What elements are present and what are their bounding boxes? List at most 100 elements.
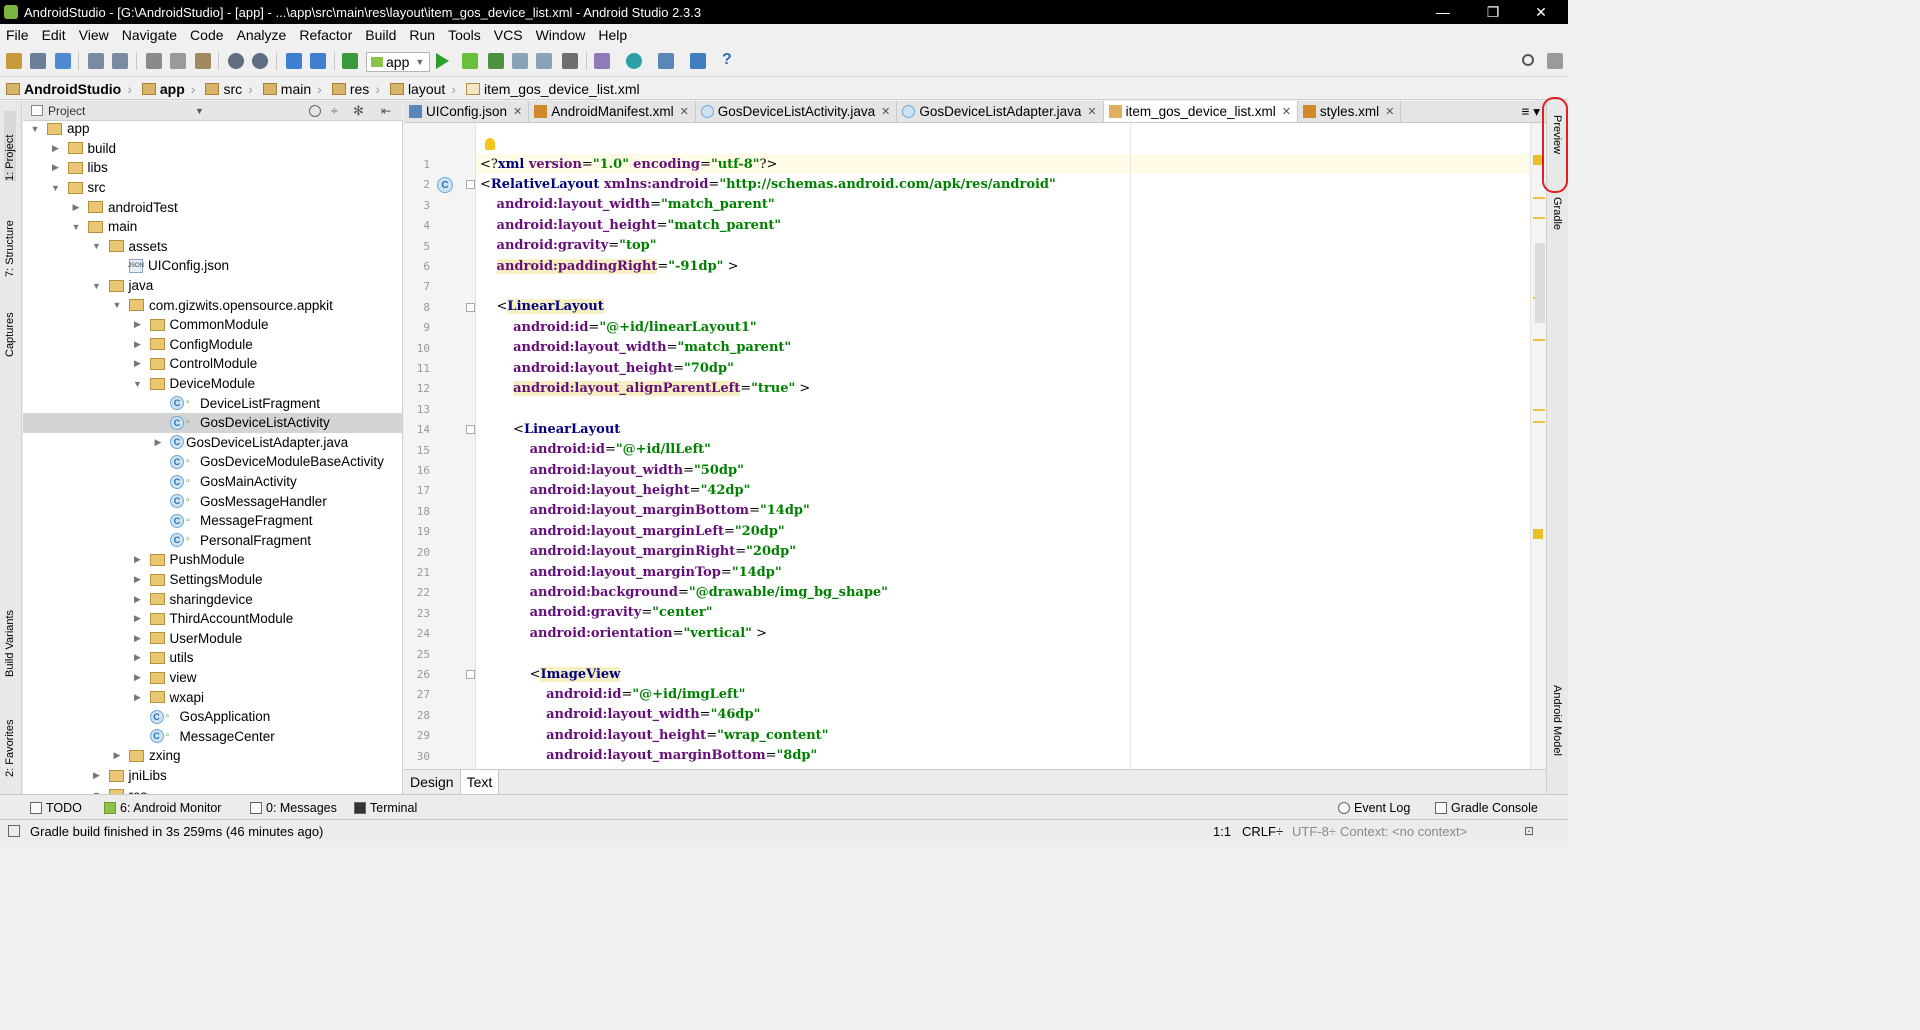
error-stripe[interactable]	[1530, 123, 1546, 769]
structure-tool-button[interactable]: 7: Structure	[4, 201, 16, 277]
tree-item[interactable]: ▶ SettingsModule	[23, 570, 402, 590]
code-line[interactable]: android:layout_height = "70dp"	[480, 358, 734, 378]
tab-design[interactable]: Design	[404, 770, 461, 794]
expanded-arrow-icon[interactable]: ▼	[132, 379, 144, 389]
tree-item[interactable]: C ▫ MessageCenter	[23, 727, 402, 747]
copy-icon[interactable]	[170, 53, 186, 69]
code-line[interactable]: android:background = "@drawable/img_bg_sha…	[480, 582, 888, 602]
breadcrumb-item[interactable]: src ›	[199, 81, 256, 97]
run-config-select[interactable]: app ▼	[366, 52, 430, 72]
context-indicator[interactable]: Context: <no context>	[1340, 820, 1467, 842]
tab-text[interactable]: Text	[460, 770, 500, 794]
collapsed-arrow-icon[interactable]: ▶	[132, 319, 144, 330]
tree-item[interactable]: C ▫ PersonalFragment	[23, 531, 402, 551]
code-line[interactable]: android:layout_marginLeft = "20dp"	[480, 521, 785, 541]
code-line[interactable]: android:layout_marginBottom = "8dp"	[480, 746, 817, 766]
tab-styles-xml[interactable]: styles.xml ✕	[1298, 101, 1402, 122]
minimize-button[interactable]: —	[1420, 0, 1466, 24]
tab-gosdevicelistadapter-java[interactable]: GosDeviceListAdapter.java ✕	[897, 101, 1104, 122]
tree-item[interactable]: C ▫ GosDeviceListActivity	[23, 413, 402, 433]
close-tab-icon[interactable]: ✕	[513, 105, 522, 118]
breadcrumb-item[interactable]: item_gos_device_list.xml	[460, 81, 644, 97]
breadcrumb-item[interactable]: layout ›	[384, 81, 460, 97]
tree-item[interactable]: JSON UIConfig.json	[23, 256, 402, 276]
tree-item[interactable]: ▶ wxapi	[23, 687, 402, 707]
favorites-tool-button[interactable]: 2: Favorites	[4, 707, 16, 777]
open-icon[interactable]	[6, 53, 22, 69]
close-tab-icon[interactable]: ✕	[881, 105, 890, 118]
paste-icon[interactable]	[195, 53, 211, 69]
breadcrumb-item[interactable]: res ›	[326, 81, 384, 97]
file-encoding[interactable]: UTF-8÷	[1292, 820, 1336, 842]
fold-marker-icon[interactable]	[466, 425, 475, 435]
code-line[interactable]: android:id = "@+id/imgLeft"	[480, 684, 745, 704]
replace-icon[interactable]	[252, 53, 268, 69]
line-separator[interactable]: CRLF÷	[1242, 820, 1283, 842]
code-line[interactable]: < RelativeLayout xmlns:android = "http://sc…	[480, 174, 1056, 194]
expanded-arrow-icon[interactable]: ▼	[91, 281, 103, 291]
tree-item[interactable]: ▼ src	[23, 178, 402, 198]
fold-marker-icon[interactable]	[466, 180, 475, 190]
collapsed-arrow-icon[interactable]: ▶	[132, 574, 144, 585]
tab-uiconfig-json[interactable]: UIConfig.json ✕	[404, 101, 530, 122]
gradle-tool-button[interactable]: Gradle	[1551, 197, 1563, 247]
code-line[interactable]: android:gravity = "center"	[480, 603, 713, 623]
code-line[interactable]: android:id = "@+id/llLeft"	[480, 440, 711, 460]
menu-view[interactable]: View	[73, 27, 116, 43]
tree-item[interactable]: ▶ ConfigModule	[23, 335, 402, 355]
menu-help[interactable]: Help	[592, 27, 634, 43]
code-line[interactable]: android:layout_width = "50dp"	[480, 460, 744, 480]
tab-gosdevicelistactivity-java[interactable]: GosDeviceListActivity.java ✕	[696, 101, 898, 122]
warning-mark[interactable]	[1533, 339, 1545, 341]
tree-item[interactable]: ▶ view	[23, 668, 402, 688]
android-model-tool-button[interactable]: Android Model	[1551, 685, 1563, 785]
breadcrumb-item[interactable]: main ›	[257, 81, 326, 97]
gradle-console-tool-button[interactable]: Gradle Console	[1435, 795, 1538, 820]
menu-edit[interactable]: Edit	[36, 27, 73, 43]
code-editor[interactable]: 1 2 3 4 5 6 7 8 9 10 11 12 13 14 15 16 17 18 19 20 21 22 23 24 2…	[404, 123, 1546, 769]
collapsed-arrow-icon[interactable]: ▶	[70, 202, 82, 213]
make-project-icon[interactable]	[342, 53, 358, 69]
tree-item[interactable]: ▶ jniLibs	[23, 766, 402, 786]
warning-mark[interactable]	[1533, 197, 1545, 199]
code-line[interactable]: android:layout_marginTop = "14dp"	[480, 562, 782, 582]
code-line[interactable]: android:id = "@+id/linearLayout1"	[480, 317, 757, 337]
code-line[interactable]: android:layout_marginRight = "20dp"	[480, 542, 796, 562]
todo-tool-button[interactable]: TODO	[30, 795, 82, 820]
tree-item[interactable]: ▼ assets	[23, 237, 402, 257]
warning-mark[interactable]	[1533, 529, 1543, 539]
breadcrumb-item[interactable]: app ›	[136, 81, 200, 97]
collapsed-arrow-icon[interactable]: ▶	[132, 613, 144, 624]
tree-item[interactable]: ▶ sharingdevice	[23, 589, 402, 609]
caret-position[interactable]: 1:1	[1213, 820, 1231, 842]
code-line[interactable]: < ImageView	[480, 664, 621, 684]
tree-item[interactable]: ▶ utils	[23, 648, 402, 668]
close-button[interactable]: ✕	[1518, 0, 1564, 24]
warning-mark[interactable]	[1533, 409, 1545, 411]
terminal-tool-button[interactable]: Terminal	[354, 795, 417, 820]
build-variants-tool-button[interactable]: Build Variants	[4, 597, 16, 677]
close-tab-icon[interactable]: ✕	[1087, 105, 1096, 118]
expanded-arrow-icon[interactable]: ▼	[111, 300, 123, 310]
lock-icon[interactable]: ⊡	[1524, 820, 1534, 842]
warning-mark[interactable]	[1533, 421, 1545, 423]
tree-item[interactable]: ▼res	[23, 785, 402, 794]
code-line[interactable]: android:layout_height = "match_parent"	[480, 215, 782, 235]
tree-item[interactable]: ▶ ThirdAccountModule	[23, 609, 402, 629]
tab-androidmanifest-xml[interactable]: AndroidManifest.xml ✕	[529, 101, 696, 122]
breadcrumb-item[interactable]: AndroidStudio ›	[0, 81, 136, 97]
code-line[interactable]: android:layout_width = "46dp"	[480, 705, 760, 725]
sync-icon[interactable]	[55, 53, 71, 69]
tree-item[interactable]: ▼ java	[23, 276, 402, 296]
status-message[interactable]: Gradle build finished in 3s 259ms (46 mi…	[8, 820, 323, 842]
tree-item[interactable]: ▼ main	[23, 217, 402, 237]
messages-tool-button[interactable]: 0: Messages	[250, 795, 337, 820]
scroll-from-source-icon[interactable]	[309, 104, 321, 117]
back-icon[interactable]	[286, 53, 302, 69]
code-line[interactable]: android:orientation = "vertical" >	[480, 623, 767, 643]
tree-item[interactable]: ▶ PushModule	[23, 550, 402, 570]
code-line[interactable]: android:layout_marginBottom = "14dp"	[480, 501, 810, 521]
warning-mark[interactable]	[1533, 217, 1545, 219]
collapsed-arrow-icon[interactable]: ▶	[132, 339, 144, 350]
code-line[interactable]: android:gravity = "top"	[480, 236, 657, 256]
